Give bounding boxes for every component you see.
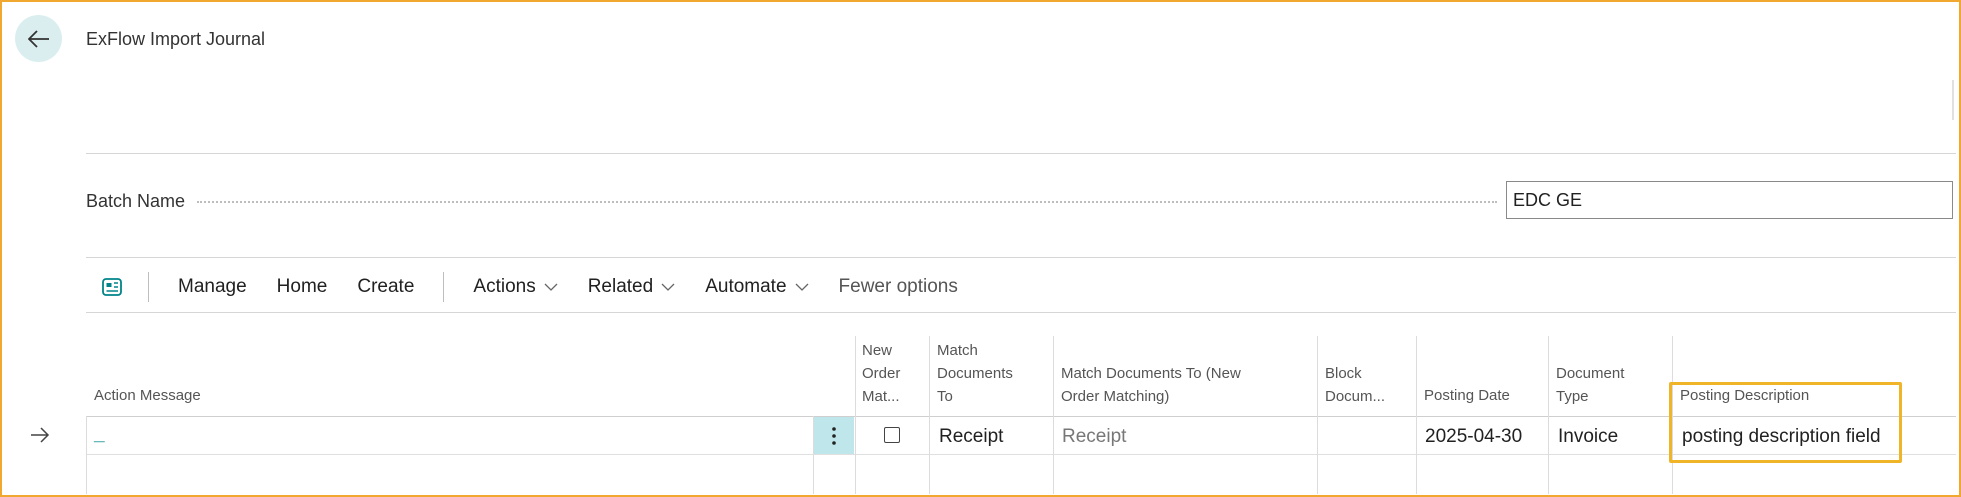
header-line: To [937, 388, 953, 405]
divider [86, 153, 1956, 154]
posting-date-cell[interactable]: 2025-04-30 [1425, 425, 1522, 449]
action-bar: Manage Home Create Actions Related Autom… [86, 262, 973, 312]
actions-menu[interactable]: Actions [458, 276, 572, 298]
header-line: Match Documents To (New [1061, 365, 1241, 382]
column-divider [1053, 336, 1054, 494]
vertical-ellipsis-icon [832, 426, 836, 445]
header-line: Match [937, 342, 978, 359]
toolbar-separator [148, 272, 149, 302]
chevron-down-icon [544, 283, 558, 291]
column-header-match-documents-to[interactable]: Match Documents To [937, 339, 1013, 408]
field-leader-dots [197, 201, 1497, 203]
divider [86, 312, 1956, 313]
batch-name-input[interactable]: EDC GE [1506, 181, 1953, 219]
action-message-cell[interactable]: _ [94, 423, 105, 447]
page-title: ExFlow Import Journal [86, 29, 266, 49]
column-divider [1548, 336, 1549, 494]
column-header-action-message[interactable]: Action Message [94, 384, 201, 407]
related-menu[interactable]: Related [573, 276, 691, 298]
back-button[interactable] [15, 15, 62, 62]
page-view-icon[interactable] [94, 269, 130, 305]
column-divider [929, 336, 930, 494]
column-header-match-documents-new[interactable]: Match Documents To (New Order Matching) [1061, 362, 1241, 408]
header-line: Type [1556, 388, 1589, 405]
scrollbar[interactable] [1952, 80, 1954, 120]
header-line: Mat... [862, 388, 900, 405]
match-documents-to-new-cell[interactable]: Receipt [1062, 425, 1126, 449]
header-line: New [862, 342, 893, 359]
create-menu[interactable]: Create [342, 276, 429, 298]
column-header-posting-date[interactable]: Posting Date [1424, 384, 1510, 407]
row-menu-button[interactable] [814, 417, 854, 454]
automate-menu[interactable]: Automate [690, 276, 823, 298]
home-menu[interactable]: Home [262, 276, 343, 298]
actions-menu-label: Actions [473, 276, 536, 297]
related-menu-label: Related [587, 276, 654, 297]
fewer-options-button[interactable]: Fewer options [824, 276, 973, 298]
header-line: Documents [937, 365, 1013, 382]
column-divider [1317, 336, 1318, 494]
header-line: Block [1325, 365, 1362, 382]
column-divider [855, 336, 856, 494]
column-header-new-order-matching[interactable]: New Order Mat... [862, 339, 900, 408]
new-order-matching-checkbox[interactable] [884, 427, 900, 443]
chevron-down-icon [795, 283, 808, 291]
manage-menu[interactable]: Manage [163, 276, 262, 298]
divider [86, 257, 1956, 258]
batch-name-label: Batch Name [86, 191, 186, 211]
header-line: Order [862, 365, 901, 382]
column-header-document-type[interactable]: Document Type [1556, 362, 1624, 408]
automate-menu-label: Automate [705, 276, 787, 297]
arrow-right-icon [31, 427, 50, 443]
header-line: Order Matching) [1061, 388, 1170, 405]
toolbar-separator [443, 272, 445, 302]
column-divider [86, 416, 87, 494]
chevron-down-icon [661, 283, 675, 291]
column-header-block-documents[interactable]: Block Docum... [1325, 362, 1385, 408]
header-line: Docum... [1325, 388, 1386, 405]
header-line: Document [1556, 365, 1625, 382]
window-frame [0, 0, 1961, 497]
arrow-left-icon [27, 29, 49, 48]
highlight-box [1669, 382, 1902, 463]
match-documents-to-cell[interactable]: Receipt [939, 425, 1003, 449]
document-type-cell[interactable]: Invoice [1558, 425, 1618, 449]
column-divider [1416, 336, 1417, 494]
